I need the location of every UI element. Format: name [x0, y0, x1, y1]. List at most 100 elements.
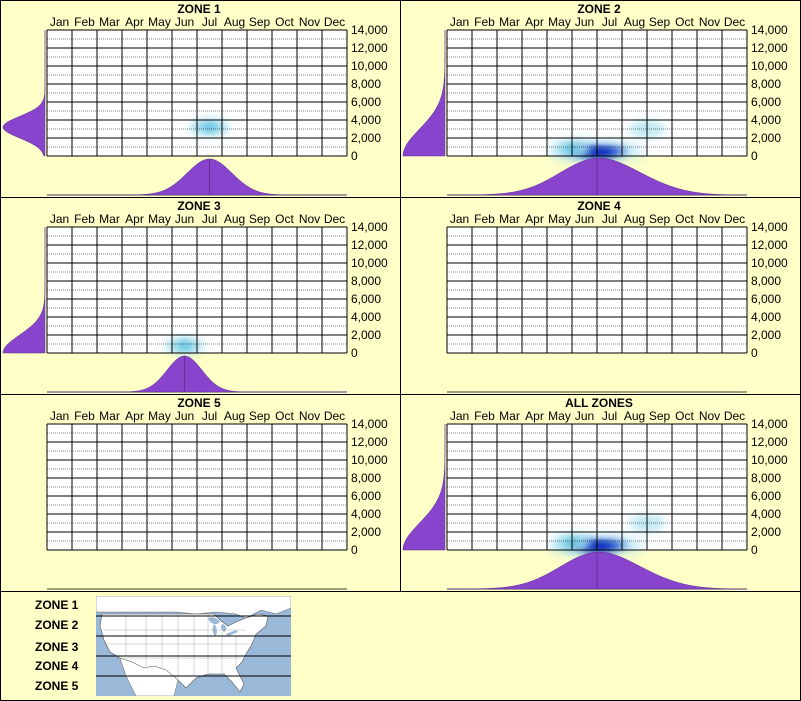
ytick-label: 10,000: [351, 59, 388, 73]
month-label-jan: Jan: [450, 15, 469, 29]
month-label-mar: Mar: [499, 409, 520, 423]
panel-title: ZONE 5: [177, 396, 221, 410]
month-label-oct: Oct: [275, 15, 294, 29]
month-label-sep: Sep: [249, 15, 271, 29]
ytick-label: 8,000: [751, 77, 781, 91]
ytick-label: 8,000: [751, 471, 781, 485]
month-label-aug: Aug: [224, 15, 245, 29]
ytick-label: 2,000: [751, 131, 781, 145]
panel-title: ZONE 2: [577, 2, 621, 16]
month-label-jul: Jul: [202, 15, 217, 29]
ytick-label: 12,000: [751, 435, 788, 449]
month-label-jan: Jan: [450, 212, 469, 226]
panel-title: ALL ZONES: [565, 396, 633, 410]
month-label-jul: Jul: [202, 212, 217, 226]
ytick-label: 0: [751, 149, 758, 163]
us-zones-map: [96, 596, 291, 696]
ytick-label: 0: [351, 149, 358, 163]
ytick-label: 4,000: [751, 310, 781, 324]
month-label-may: May: [548, 15, 571, 29]
month-distribution: [47, 158, 347, 196]
month-label-mar: Mar: [499, 15, 520, 29]
month-label-jan: Jan: [50, 15, 69, 29]
elevation-distribution: [2, 227, 46, 354]
ytick-label: 14,000: [751, 220, 788, 234]
panel-1: ZONE 1 Jan Feb Mar Apr May Jun Jul Aug Sep Oct Nov D…: [2, 2, 388, 196]
heat-layer: [165, 336, 204, 355]
ytick-label: 2,000: [751, 328, 781, 342]
month-label-may: May: [548, 409, 571, 423]
month-label-nov: Nov: [299, 212, 320, 226]
month-label-mar: Mar: [99, 409, 120, 423]
month-label-apr: Apr: [525, 409, 544, 423]
ytick-label: 14,000: [751, 417, 788, 431]
month-label-apr: Apr: [125, 212, 144, 226]
month-label-feb: Feb: [474, 409, 495, 423]
month-label-feb: Feb: [74, 409, 95, 423]
month-label-dec: Dec: [724, 409, 745, 423]
ytick-label: 14,000: [751, 23, 788, 37]
ytick-label: 2,000: [351, 328, 381, 342]
ytick-label: 4,000: [751, 507, 781, 521]
month-label-nov: Nov: [299, 409, 320, 423]
ytick-label: 14,000: [351, 23, 388, 37]
month-label-feb: Feb: [74, 15, 95, 29]
month-label-may: May: [148, 409, 171, 423]
ytick-label: 0: [351, 346, 358, 360]
panel-2: ZONE 2 Jan Feb Mar Apr May Jun Jul Aug Sep Oct Nov D…: [402, 2, 788, 196]
ytick-label: 10,000: [751, 256, 788, 270]
month-label-feb: Feb: [474, 15, 495, 29]
month-label-jul: Jul: [602, 15, 617, 29]
month-label-jun: Jun: [575, 212, 594, 226]
month-label-feb: Feb: [74, 212, 95, 226]
month-label-apr: Apr: [125, 15, 144, 29]
month-label-jun: Jun: [575, 409, 594, 423]
month-label-oct: Oct: [275, 212, 294, 226]
month-label-aug: Aug: [624, 15, 645, 29]
month-label-apr: Apr: [525, 212, 544, 226]
legend-zone-2: ZONE 2: [35, 618, 79, 632]
month-label-nov: Nov: [699, 15, 720, 29]
month-label-sep: Sep: [249, 212, 271, 226]
month-label-dec: Dec: [324, 15, 345, 29]
month-label-mar: Mar: [99, 212, 120, 226]
month-label-mar: Mar: [99, 15, 120, 29]
month-label-jul: Jul: [602, 212, 617, 226]
month-label-jan: Jan: [450, 409, 469, 423]
month-label-apr: Apr: [125, 409, 144, 423]
ytick-label: 8,000: [751, 274, 781, 288]
hotspot-0-core: [176, 341, 193, 350]
month-label-may: May: [548, 212, 571, 226]
ytick-label: 14,000: [351, 220, 388, 234]
month-label-apr: Apr: [525, 15, 544, 29]
ytick-label: 4,000: [351, 310, 381, 324]
month-label-dec: Dec: [324, 409, 345, 423]
hotspot-0-core: [201, 123, 218, 132]
ytick-label: 10,000: [751, 59, 788, 73]
month-label-jun: Jun: [175, 15, 194, 29]
month-label-jan: Jan: [50, 409, 69, 423]
month-label-nov: Nov: [699, 212, 720, 226]
month-label-jun: Jun: [175, 409, 194, 423]
month-label-jul: Jul: [602, 409, 617, 423]
ytick-label: 10,000: [751, 453, 788, 467]
legend-zone-4: ZONE 4: [35, 659, 79, 673]
panel-title: ZONE 3: [177, 199, 221, 213]
elevation-distribution: [402, 29, 446, 157]
month-label-aug: Aug: [624, 212, 645, 226]
ytick-label: 6,000: [751, 489, 781, 503]
ytick-label: 12,000: [751, 238, 788, 252]
elevation-distribution: [402, 423, 446, 551]
month-label-jun: Jun: [175, 212, 194, 226]
ytick-label: 12,000: [751, 41, 788, 55]
month-label-sep: Sep: [649, 212, 671, 226]
panel-5: ZONE 5 Jan Feb Mar Apr May Jun Jul Aug Sep Oct Nov D…: [46, 396, 388, 590]
month-label-jan: Jan: [50, 212, 69, 226]
ytick-label: 10,000: [351, 453, 388, 467]
month-label-nov: Nov: [299, 15, 320, 29]
panel-6: ALL ZONES Jan Feb Mar Apr May Jun Jul Aug Sep Oct N…: [402, 396, 788, 590]
panel-title: ZONE 1: [177, 2, 221, 16]
panel-3: ZONE 3 Jan Feb Mar Apr May Jun Jul Aug Sep Oct Nov D…: [2, 199, 388, 393]
ytick-label: 4,000: [351, 113, 381, 127]
month-label-dec: Dec: [724, 15, 745, 29]
